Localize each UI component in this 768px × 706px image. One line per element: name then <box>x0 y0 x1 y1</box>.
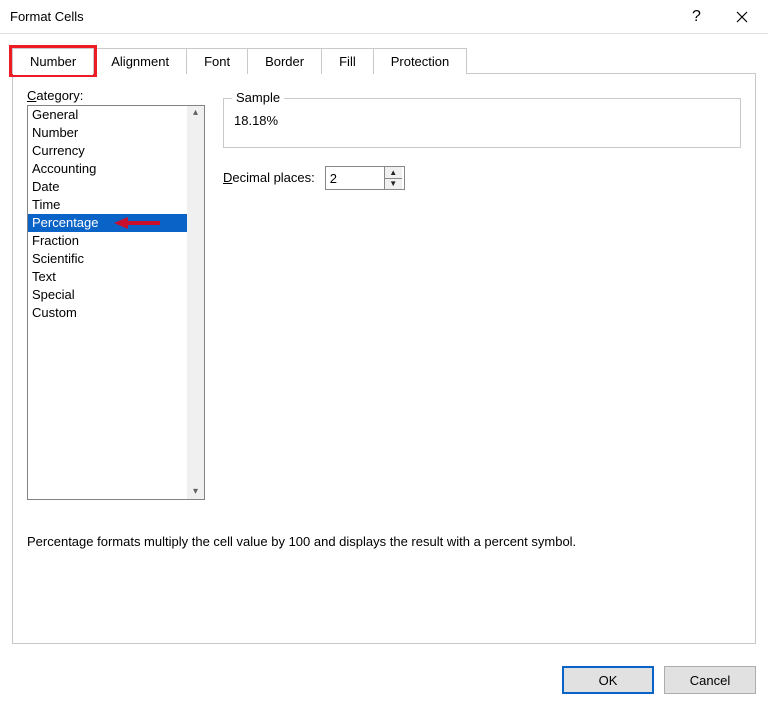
category-label: Category: <box>27 88 205 103</box>
tab-fill[interactable]: Fill <box>321 48 374 74</box>
ok-button[interactable]: OK <box>562 666 654 694</box>
tab-label: Number <box>30 54 76 69</box>
list-item[interactable]: Currency <box>28 142 187 160</box>
dialog-body: Number Alignment Font Border Fill Protec… <box>0 34 768 656</box>
tabpanel-number: Category: GeneralNumberCurrencyAccountin… <box>12 73 756 644</box>
tab-label: Protection <box>391 54 450 69</box>
titlebar: Format Cells ? <box>0 0 768 34</box>
category-label-text: ategory: <box>36 88 83 103</box>
panel-top: Category: GeneralNumberCurrencyAccountin… <box>27 88 741 500</box>
decimal-places-row: Decimal places: ▲ ▼ <box>223 166 741 190</box>
tab-border[interactable]: Border <box>247 48 322 74</box>
decimal-places-input[interactable] <box>326 167 384 189</box>
tab-label: Alignment <box>111 54 169 69</box>
tab-number[interactable]: Number <box>12 48 94 74</box>
scrollbar[interactable]: ▴ ▾ <box>187 106 204 499</box>
close-button[interactable] <box>719 2 764 32</box>
tab-label: Border <box>265 54 304 69</box>
category-column: Category: GeneralNumberCurrencyAccountin… <box>27 88 205 500</box>
cancel-button[interactable]: Cancel <box>664 666 756 694</box>
sample-label: Sample <box>232 90 284 105</box>
dialog-buttons: OK Cancel <box>0 656 768 706</box>
spin-down-button[interactable]: ▼ <box>385 179 402 190</box>
sample-box: Sample 18.18% <box>223 98 741 148</box>
list-item[interactable]: Accounting <box>28 160 187 178</box>
tab-label: Font <box>204 54 230 69</box>
list-item[interactable]: Percentage <box>28 214 187 232</box>
scroll-down-icon[interactable]: ▾ <box>191 487 201 497</box>
tabs: Number Alignment Font Border Fill Protec… <box>12 48 756 74</box>
list-item[interactable]: General <box>28 106 187 124</box>
settings-column: Sample 18.18% Decimal places: ▲ ▼ <box>223 88 741 500</box>
list-item[interactable]: Date <box>28 178 187 196</box>
format-description: Percentage formats multiply the cell val… <box>27 534 741 549</box>
list-item[interactable]: Special <box>28 286 187 304</box>
decimal-label-text: ecimal places: <box>232 170 314 185</box>
tab-label: Fill <box>339 54 356 69</box>
sample-value: 18.18% <box>234 113 730 128</box>
list-item[interactable]: Time <box>28 196 187 214</box>
tab-font[interactable]: Font <box>186 48 248 74</box>
tab-protection[interactable]: Protection <box>373 48 468 74</box>
tab-alignment[interactable]: Alignment <box>93 48 187 74</box>
scroll-up-icon[interactable]: ▴ <box>191 108 201 118</box>
category-listbox[interactable]: GeneralNumberCurrencyAccountingDateTimeP… <box>27 105 205 500</box>
format-cells-dialog: Format Cells ? Number Alignment Font Bor… <box>0 0 768 706</box>
list-item[interactable]: Custom <box>28 304 187 322</box>
category-label-accelerator: C <box>27 88 36 103</box>
list-item[interactable]: Fraction <box>28 232 187 250</box>
dialog-title: Format Cells <box>10 9 674 24</box>
category-list-items: GeneralNumberCurrencyAccountingDateTimeP… <box>28 106 187 499</box>
spinner-buttons: ▲ ▼ <box>384 167 402 189</box>
decimal-label-accelerator: D <box>223 170 232 185</box>
spin-up-button[interactable]: ▲ <box>385 167 402 179</box>
annotation-arrow-icon <box>114 216 160 230</box>
close-icon <box>736 11 748 23</box>
list-item[interactable]: Number <box>28 124 187 142</box>
decimal-places-label: Decimal places: <box>223 170 315 185</box>
decimal-places-spinner: ▲ ▼ <box>325 166 405 190</box>
list-item[interactable]: Scientific <box>28 250 187 268</box>
help-button[interactable]: ? <box>674 2 719 32</box>
list-item[interactable]: Text <box>28 268 187 286</box>
